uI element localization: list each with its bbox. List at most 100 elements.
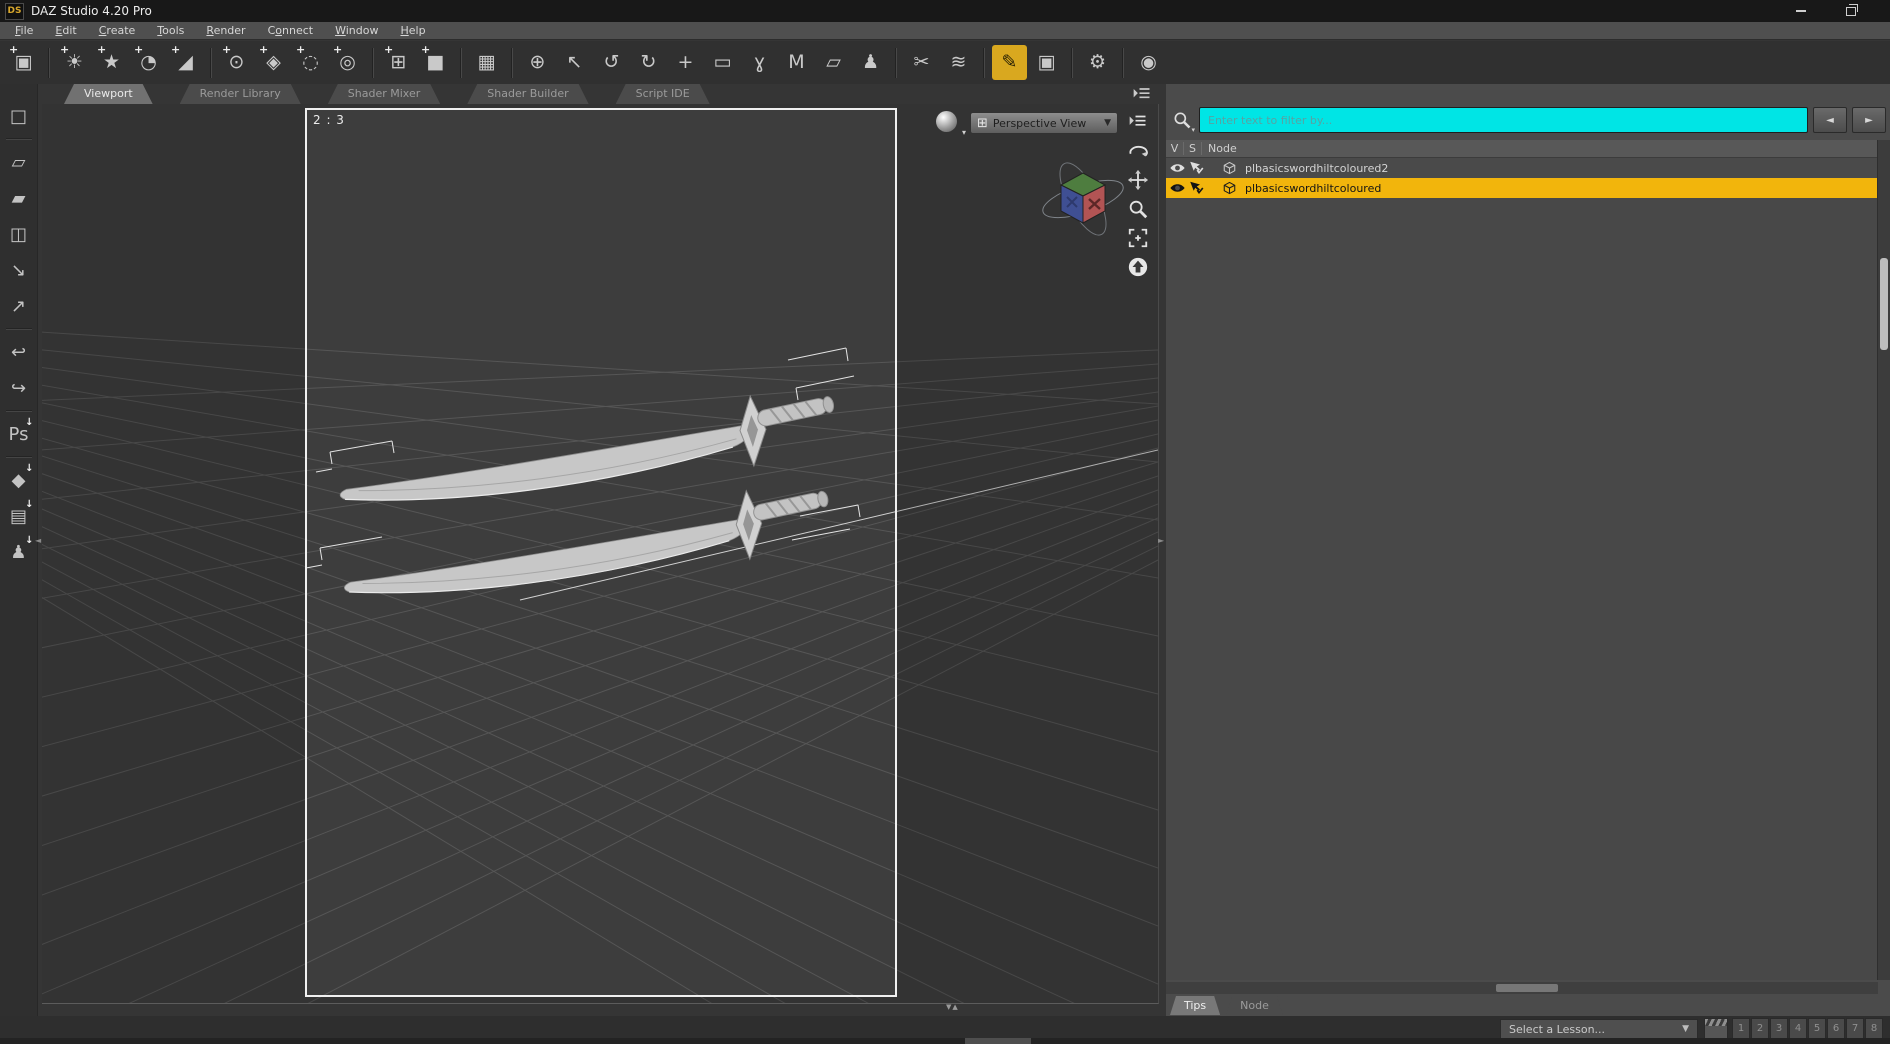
lesson-player-button[interactable]: [1704, 1018, 1728, 1039]
scene-list-empty-area[interactable]: [1166, 198, 1878, 980]
lesson-dropdown[interactable]: Select a Lesson... ▼: [1500, 1019, 1698, 1039]
scale-tool-button[interactable]: ▭: [705, 45, 740, 80]
joint-editor-bone-button[interactable]: ɣ: [742, 45, 777, 80]
scene-filter-input[interactable]: [1199, 107, 1808, 133]
spot-render-camera-button[interactable]: ▣: [1029, 45, 1064, 80]
scene-node-label: plbasicswordhiltcoloured: [1245, 181, 1382, 195]
geometry-editor-button[interactable]: M: [779, 45, 814, 80]
lesson-page-5[interactable]: 5: [1808, 1018, 1826, 1039]
render-camera-button[interactable]: ◉: [1131, 45, 1166, 80]
scene-horizontal-scrollbar[interactable]: [1166, 982, 1878, 994]
lesson-page-6[interactable]: 6: [1827, 1018, 1845, 1039]
prev-selection-button[interactable]: ◄: [1813, 107, 1847, 133]
lesson-page-1[interactable]: 1: [1732, 1018, 1750, 1039]
tab-node[interactable]: Node: [1226, 996, 1283, 1015]
menu-rest: dit: [62, 24, 77, 37]
library-import-button[interactable]: ▤ ↓: [4, 499, 34, 531]
menu-connect[interactable]: Connect: [257, 23, 325, 38]
hair-tool-button[interactable]: ≋: [941, 45, 976, 80]
selectable-cursor-icon[interactable]: [1188, 161, 1205, 175]
scene-node-row[interactable]: plbasicswordhiltcoloured: [1166, 178, 1878, 198]
search-mode-button[interactable]: ▾: [1170, 108, 1195, 134]
menu-rest: elp: [408, 24, 426, 37]
new-group-button[interactable]: ◌ +: [293, 44, 328, 80]
scene-node-row[interactable]: plbasicswordhiltcoloured2: [1166, 158, 1878, 178]
tab-shader-mixer[interactable]: Shader Mixer: [328, 84, 440, 104]
lesson-page-2[interactable]: 2: [1751, 1018, 1769, 1039]
left-splitter-handle[interactable]: ◄: [35, 536, 41, 545]
rotate-tool-button[interactable]: ↺: [594, 45, 629, 80]
new-node-button[interactable]: ◈ +: [256, 44, 291, 80]
merge-file-button[interactable]: ▰: [4, 183, 34, 213]
new-primitive-button[interactable]: ■ +: [418, 44, 453, 80]
tab-script-ide[interactable]: Script IDE: [616, 84, 710, 104]
aux-viewport-grid-button[interactable]: ▦: [469, 45, 504, 80]
new-camera-button[interactable]: ▣ +: [6, 44, 41, 80]
new-center-point-button[interactable]: ◎ +: [330, 44, 365, 80]
universal-manipulator-button[interactable]: ⊕: [520, 45, 555, 80]
node-weight-brush-button[interactable]: ✂: [904, 45, 939, 80]
import-file-button[interactable]: ↘: [4, 255, 34, 285]
minimize-button[interactable]: [1790, 4, 1812, 18]
tab-tips[interactable]: Tips: [1170, 996, 1220, 1015]
menu-render[interactable]: Render: [195, 23, 256, 38]
menu-create[interactable]: Create: [88, 23, 147, 38]
open-file-button[interactable]: ▱: [4, 147, 34, 177]
viewport-pane-options-button[interactable]: [1132, 86, 1152, 103]
figure-selection-button[interactable]: ♟: [853, 45, 888, 80]
tool-options-gear-button[interactable]: ⚙: [1080, 45, 1115, 80]
camera-view-dropdown[interactable]: ⊞ Perspective View ▼: [970, 112, 1118, 134]
annotation-pen-button[interactable]: ✎: [992, 45, 1027, 80]
next-selection-button[interactable]: ►: [1852, 107, 1886, 133]
tab-viewport[interactable]: Viewport: [64, 84, 153, 104]
menu-edit[interactable]: Edit: [44, 23, 87, 38]
node-selection-pointer-button[interactable]: ↖: [557, 45, 592, 80]
new-node-instance-button[interactable]: ⊞ +: [381, 44, 416, 80]
right-splitter-handle[interactable]: ►: [1158, 536, 1164, 545]
visibility-eye-icon[interactable]: [1169, 161, 1186, 175]
bottom-pane-collapse-handle[interactable]: ▼▲: [946, 1003, 959, 1011]
new-point-light-button[interactable]: ★ +: [94, 44, 129, 80]
main-tabstrip: Viewport Render Library Shader Mixer Shader…: [64, 84, 710, 104]
aux-viewport-grid-icon: ▦: [477, 51, 496, 73]
toolbar-separator: [372, 47, 374, 78]
scrollbar-handle[interactable]: [1496, 984, 1558, 992]
menu-mnemonic: H: [400, 24, 409, 37]
surface-selection-button[interactable]: ▱: [816, 45, 851, 80]
new-spotlight-button[interactable]: ◢ +: [168, 44, 203, 80]
translate-tool-button[interactable]: +: [668, 45, 703, 80]
drawstyle-button[interactable]: ▾: [936, 111, 966, 137]
menu-window[interactable]: Window: [324, 23, 389, 38]
lesson-page-8[interactable]: 8: [1865, 1018, 1883, 1039]
scene-node-list: plbasicswordhiltcoloured2 plbasicswordhil…: [1166, 158, 1878, 198]
lesson-page-3[interactable]: 3: [1770, 1018, 1788, 1039]
tab-render-library[interactable]: Render Library: [180, 84, 301, 104]
viewport-options-button[interactable]: [1126, 110, 1150, 133]
twist-tool-button[interactable]: ↻: [631, 45, 666, 80]
import-content-button[interactable]: ◆ ↓: [4, 463, 34, 495]
scene-vertical-scrollbar[interactable]: [1877, 140, 1890, 980]
menu-tools[interactable]: Tools: [146, 23, 195, 38]
view-cube-gizmo[interactable]: [1028, 154, 1138, 244]
new-photometric-light-button[interactable]: ◔ +: [131, 44, 166, 80]
figure-export-button[interactable]: ♟ ↓: [4, 535, 33, 567]
new-lamp-light-button[interactable]: ⊙ +: [219, 44, 254, 80]
undo-button[interactable]: ↩: [4, 337, 34, 367]
menu-file[interactable]: File: [4, 23, 44, 38]
save-file-button[interactable]: ◫: [4, 219, 34, 249]
visibility-eye-icon[interactable]: [1169, 181, 1186, 195]
redo-button[interactable]: ↪: [4, 373, 34, 403]
lesson-page-4[interactable]: 4: [1789, 1018, 1807, 1039]
new-distant-light-button[interactable]: ☀ +: [57, 44, 92, 80]
scrollbar-handle[interactable]: [1880, 258, 1888, 350]
tab-shader-builder[interactable]: Shader Builder: [467, 84, 588, 104]
lesson-page-7[interactable]: 7: [1846, 1018, 1864, 1039]
menu-help[interactable]: Help: [389, 23, 436, 38]
selectable-cursor-icon[interactable]: [1188, 181, 1205, 195]
new-file-button[interactable]: □: [4, 101, 34, 131]
viewport[interactable]: 2 : 3 ▾ ⊞ Perspective View ▼: [42, 104, 1159, 1004]
export-file-button[interactable]: ↗: [4, 291, 34, 321]
restore-button[interactable]: [1840, 3, 1862, 18]
photoshop-bridge-button[interactable]: Ps ↓: [4, 417, 34, 449]
aim-view-button[interactable]: [1126, 255, 1150, 278]
